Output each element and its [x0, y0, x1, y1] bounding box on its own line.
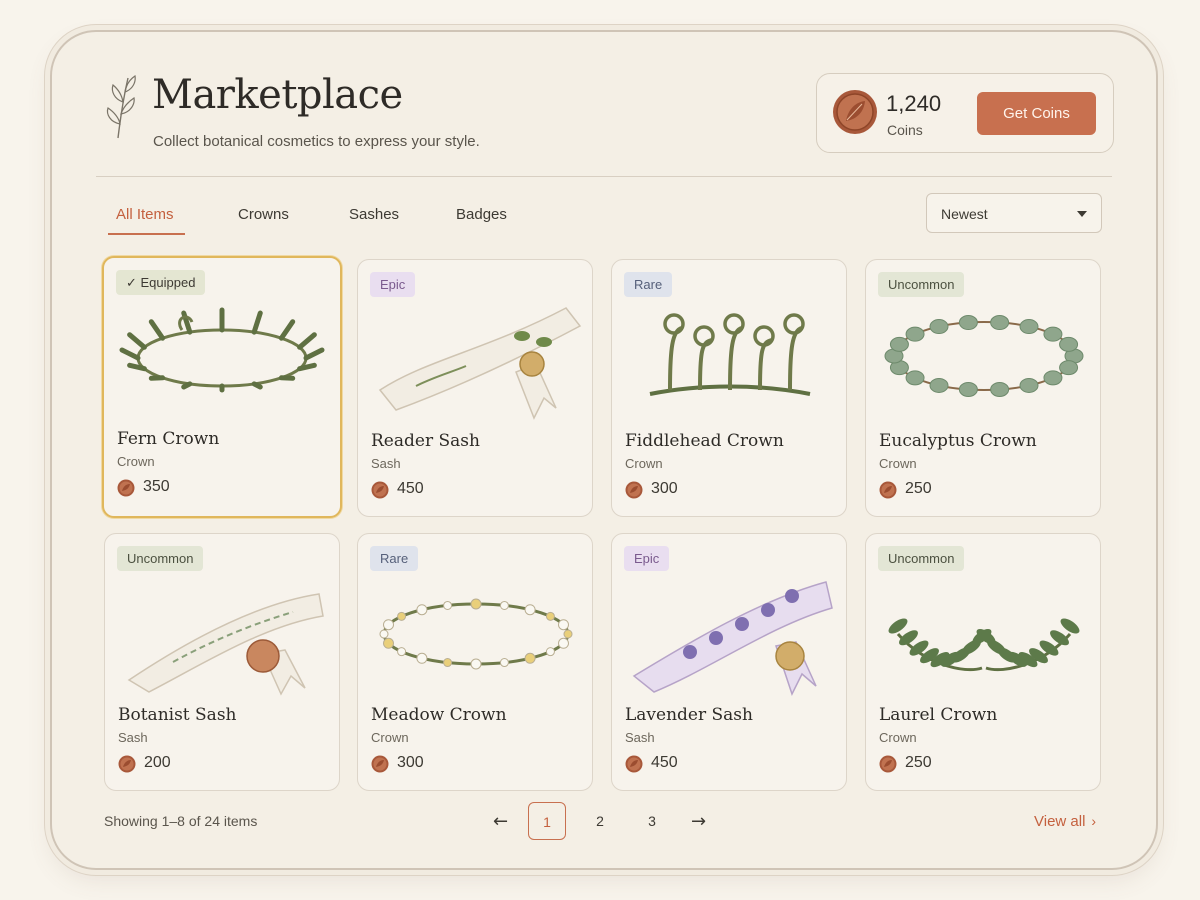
- rarity-badge: Rare: [370, 546, 419, 571]
- page-button-1[interactable]: 1: [528, 802, 566, 840]
- item-price: 350: [143, 478, 170, 495]
- meadow-crown-image: [379, 598, 573, 670]
- item-type: Crown: [625, 456, 663, 471]
- coin-icon: [371, 755, 389, 773]
- item-price: 250: [905, 754, 932, 771]
- rarity-badge: Epic: [624, 546, 670, 571]
- item-name: Botanist Sash: [118, 705, 237, 725]
- active-tab-indicator: [108, 233, 185, 235]
- botanist-sash-image: [127, 593, 324, 696]
- rarity-badge: Rare: [624, 272, 673, 297]
- item-card[interactable]: Uncommon Laurel Crown Crown 250: [865, 533, 1101, 791]
- leaf-sprig-icon: [106, 74, 136, 139]
- coin-icon: [625, 481, 643, 499]
- item-card[interactable]: Uncommon Eucalyptus Crown Crown 250: [865, 259, 1101, 517]
- rarity-badge: Epic: [370, 272, 416, 297]
- header-divider: [96, 176, 1112, 177]
- item-price: 200: [144, 754, 171, 771]
- tab-all-items[interactable]: All Items: [116, 206, 174, 223]
- laurel-crown-image: [888, 618, 1080, 672]
- tab-badges[interactable]: Badges: [456, 206, 507, 223]
- leaf-coin-icon: [833, 90, 877, 134]
- page-button-3[interactable]: 3: [633, 802, 671, 840]
- item-type: Crown: [371, 730, 409, 745]
- item-name: Meadow Crown: [371, 705, 507, 725]
- lavender-sash-image: [632, 581, 833, 696]
- item-type: Crown: [117, 454, 155, 469]
- item-price: 250: [905, 480, 932, 497]
- item-name: Lavender Sash: [625, 705, 753, 725]
- fern-crown-image: [119, 307, 325, 393]
- arrow-left-icon[interactable]: ←: [493, 811, 508, 832]
- arrow-right-icon[interactable]: →: [691, 811, 706, 832]
- coin-icon: [117, 479, 135, 497]
- item-type: Sash: [625, 730, 655, 745]
- tab-crowns[interactable]: Crowns: [238, 206, 289, 223]
- item-price: 300: [397, 754, 424, 771]
- rarity-badge: Uncommon: [878, 272, 965, 297]
- item-type: Sash: [118, 730, 148, 745]
- caret-down-icon: [1077, 211, 1087, 217]
- item-price: 450: [397, 480, 424, 497]
- marketplace-panel: Marketplace Collect botanical cosmetics …: [50, 30, 1158, 870]
- view-all-label: View all: [1034, 813, 1086, 830]
- rarity-badge: ✓ Equipped: [116, 270, 206, 295]
- coin-icon: [371, 481, 389, 499]
- item-card[interactable]: Epic Reader Sash Sash 450: [357, 259, 593, 517]
- sort-dropdown[interactable]: Newest: [926, 193, 1102, 233]
- page-button-2[interactable]: 2: [581, 802, 619, 840]
- item-name: Eucalyptus Crown: [879, 431, 1037, 451]
- item-card[interactable]: ✓ Equipped Fern Crown Crown 350: [102, 256, 342, 518]
- item-price: 450: [651, 754, 678, 771]
- coin-icon: [879, 755, 897, 773]
- wallet-box: 1,240 Coins Get Coins: [816, 73, 1114, 153]
- rarity-badge: Uncommon: [117, 546, 204, 571]
- get-coins-button[interactable]: Get Coins: [977, 92, 1096, 135]
- item-name: Laurel Crown: [879, 705, 998, 725]
- coin-label: Coins: [887, 122, 923, 138]
- item-name: Fern Crown: [117, 429, 220, 449]
- sort-value: Newest: [941, 206, 988, 222]
- view-all-link[interactable]: View all ›: [1034, 813, 1096, 830]
- page-subtitle: Collect botanical cosmetics to express y…: [153, 133, 480, 150]
- item-card[interactable]: Epic Lavender Sash Sash 450: [611, 533, 847, 791]
- reader-sash-image: [378, 307, 582, 420]
- chevron-right-icon: ›: [1091, 813, 1097, 829]
- page-title: Marketplace: [152, 72, 403, 118]
- item-card[interactable]: Uncommon Botanist Sash Sash 200: [104, 533, 340, 791]
- item-type: Sash: [371, 456, 401, 471]
- item-type: Crown: [879, 730, 917, 745]
- item-type: Crown: [879, 456, 917, 471]
- coin-icon: [625, 755, 643, 773]
- item-name: Reader Sash: [371, 431, 480, 451]
- tab-sashes[interactable]: Sashes: [349, 206, 399, 223]
- item-card[interactable]: Rare Meadow Crown Crown 300: [357, 533, 593, 791]
- eucalyptus-crown-image: [884, 315, 1084, 397]
- coin-balance: 1,240: [886, 91, 942, 116]
- item-card[interactable]: Rare Fiddlehead Crown Crown 300: [611, 259, 847, 517]
- coin-icon: [879, 481, 897, 499]
- item-price: 300: [651, 480, 678, 497]
- fiddlehead-crown-image: [649, 313, 811, 396]
- rarity-badge: Uncommon: [878, 546, 965, 571]
- item-name: Fiddlehead Crown: [625, 431, 784, 451]
- items-count: Showing 1–8 of 24 items: [104, 813, 258, 829]
- coin-icon: [118, 755, 136, 773]
